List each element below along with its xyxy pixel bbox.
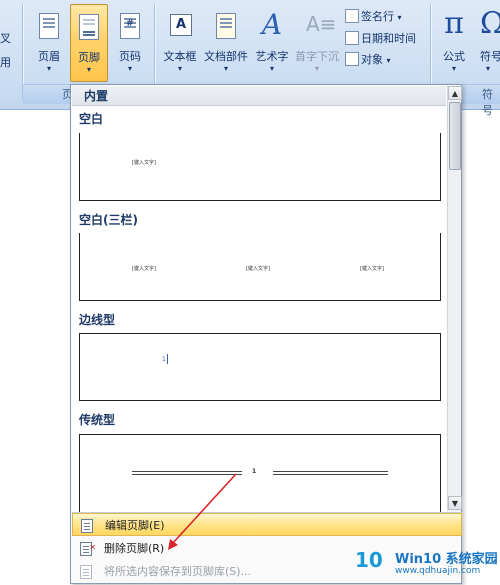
text-box-button[interactable]: A 文本框 ▾ [160,4,200,80]
object-label: 对象 [361,53,383,66]
decorative-rule [273,471,388,472]
gallery-header: 内置 [72,86,446,106]
chevron-down-icon: ▾ [386,56,391,65]
chevron-down-icon: ▾ [451,64,456,73]
footer-option-edge-line[interactable]: 1 [79,333,441,401]
signature-line-button[interactable]: 签名行 ▾ [345,8,402,26]
page-number-line [167,354,168,364]
partial-left-label-2: 用 [0,56,11,69]
section-title-edge-line: 边线型 [79,313,116,327]
drop-cap-label: 首字下沉 [295,50,339,63]
document-area[interactable] [0,111,72,585]
header-icon [39,13,59,39]
footer-label: 页脚 [78,51,100,64]
date-time-button[interactable]: 日期和时间 [345,30,416,48]
ribbon-partial-left[interactable]: 叉 [0,30,11,48]
chevron-down-icon: ▾ [397,13,402,22]
pi-icon: π [444,6,464,41]
chevron-down-icon: ▾ [46,64,51,73]
quick-parts-button[interactable]: 文档部件 ▾ [202,4,250,80]
chevron-down-icon: ▾ [177,64,182,73]
symbol-label: 符号 [480,50,500,63]
date-time-label: 日期和时间 [361,32,416,45]
section-title-blank: 空白 [79,112,104,126]
hash-icon: # [125,18,135,29]
chevron-down-icon: ▾ [127,64,132,73]
omega-icon: Ω [480,6,500,41]
chevron-down-icon: ▾ [269,64,274,73]
partial-left-label-1: 叉 [0,32,11,45]
group-label-symbols: 符号 [482,88,493,117]
page-number-label: 页码 [119,50,141,63]
equation-label: 公式 [443,50,465,63]
chevron-down-icon: ▾ [223,64,228,73]
remove-footer-icon [80,536,96,559]
equation-button[interactable]: π 公式 ▾ [436,4,472,80]
scroll-down-icon[interactable]: ▼ [448,496,462,510]
decorative-rule [132,471,242,472]
gallery-list: 空白 [键入文字] 空白(三栏) [键入文字] [键入文字] [键入文字] 边线… [72,107,446,512]
drop-cap-icon: A≡ [306,12,337,36]
remove-footer-label: 删除页脚(R) [104,542,165,555]
placeholder-text: [键入文字] [132,160,156,166]
placeholder-text: [键入文字] [132,266,156,272]
wordart-button[interactable]: A 艺术字 ▾ [252,4,292,80]
footer-option-traditional[interactable]: 1 [79,434,441,512]
footer-option-blank-three-columns[interactable]: [键入文字] [键入文字] [键入文字] [79,233,441,301]
wordart-icon: A [261,8,283,41]
chevron-down-icon: ▾ [86,65,91,74]
edit-footer-icon [81,519,93,533]
text-box-icon: A [170,14,192,36]
symbol-button[interactable]: Ω 符号 ▾ [476,4,500,80]
placeholder-text: [键入文字] [246,266,270,272]
placeholder-text: [键入文字] [360,266,384,272]
chevron-down-icon: ▾ [314,64,319,73]
page-number-text: 1 [162,356,166,363]
signature-line-label: 签名行 [361,10,394,23]
footer-icon [79,14,99,40]
footer-button[interactable]: 页脚 ▾ [70,4,108,82]
scroll-up-icon[interactable]: ▲ [448,86,462,100]
section-title-traditional: 传统型 [79,413,116,427]
object-icon [345,52,359,66]
chevron-down-icon: ▾ [486,64,491,73]
header-label: 页眉 [38,50,60,63]
save-to-gallery-label: 将所选内容保存到页脚库(S)... [104,565,252,578]
object-button[interactable]: 对象 ▾ [345,51,391,69]
ribbon-partial-left-2[interactable]: 用 [0,54,11,72]
edit-footer-label: 编辑页脚(E) [105,519,165,532]
wordart-label: 艺术字 [255,50,289,63]
watermark-brand: Win10 系统家园 [395,552,498,567]
drop-cap-button[interactable]: A≡ 首字下沉 ▾ [294,4,340,80]
header-button[interactable]: 页眉 ▾ [30,4,68,80]
page-number-text: 1 [252,468,257,475]
watermark-url: www.qdhuajin.com [395,566,481,576]
signature-icon [345,9,359,23]
edit-footer-menu-item[interactable]: 编辑页脚(E) [72,513,462,536]
scroll-thumb[interactable] [449,102,461,170]
watermark: 10 Win10 系统家园 www.qdhuajin.com [355,546,500,582]
save-to-gallery-icon [80,565,92,579]
section-title-blank-three-columns: 空白(三栏) [79,213,138,227]
quick-parts-icon [216,13,236,39]
quick-parts-label: 文档部件 [204,50,248,63]
footer-option-blank[interactable]: [键入文字] [79,133,441,201]
page-number-button[interactable]: # 页码 ▾ [112,4,148,80]
text-box-label: 文本框 [163,50,197,63]
footer-gallery-dropdown: 内置 空白 [键入文字] 空白(三栏) [键入文字] [键入文字] [键入文字]… [70,84,462,584]
watermark-logo: 10 [355,548,383,572]
gallery-scrollbar[interactable]: ▲ ▼ [447,86,462,511]
calendar-icon [345,31,359,45]
